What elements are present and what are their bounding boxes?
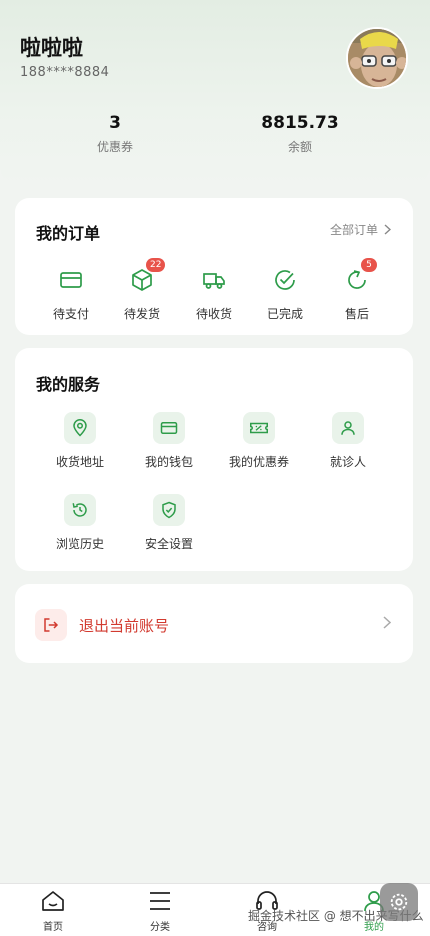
order-item-label: 待发货 — [123, 307, 160, 321]
coupon-count: 3 — [109, 113, 121, 133]
all-orders-label: 全部订单 — [329, 223, 378, 237]
service-item-wallet[interactable]: 我的钱包 — [129, 412, 209, 470]
service-item-history[interactable]: 浏览历史 — [40, 494, 120, 552]
tab-category[interactable]: 分类 — [130, 890, 190, 933]
logout-icon — [35, 609, 67, 641]
logout-card[interactable]: 退出当前账号 — [15, 584, 413, 663]
floating-settings-button[interactable] — [380, 883, 418, 921]
service-item-label: 安全设置 — [144, 537, 193, 551]
tab-label: 首页 — [43, 922, 63, 933]
services-title: 我的服务 — [36, 375, 101, 394]
service-item-security[interactable]: 安全设置 — [129, 494, 209, 552]
order-item-label: 已完成 — [266, 307, 303, 321]
order-item-pending-shipment[interactable]: 22 待发货 — [102, 258, 182, 322]
after-sales-badge: 5 — [361, 258, 377, 272]
service-item-label: 就诊人 — [329, 455, 366, 469]
service-item-address[interactable]: 收货地址 — [40, 412, 120, 470]
balance-value: 8815.73 — [261, 113, 339, 133]
service-item-coupons[interactable]: 我的优惠券 — [219, 412, 299, 470]
chevron-right-icon — [384, 224, 391, 235]
check-circle-icon — [269, 264, 301, 296]
coupon-stat[interactable]: 3 优惠券 — [35, 113, 195, 155]
user-phone: 188****8884 — [20, 65, 110, 80]
truck-icon — [198, 264, 230, 296]
person-icon — [332, 412, 364, 444]
tab-home[interactable]: 首页 — [23, 890, 83, 933]
box-icon: 22 — [126, 258, 166, 296]
orders-title: 我的订单 — [36, 224, 101, 243]
history-icon — [64, 494, 96, 526]
chevron-right-icon — [383, 616, 391, 629]
logout-label: 退出当前账号 — [79, 617, 170, 635]
coupon-icon — [243, 412, 275, 444]
shipment-badge: 22 — [146, 258, 166, 272]
service-item-label: 收货地址 — [55, 455, 104, 469]
service-item-label: 浏览历史 — [55, 537, 104, 551]
order-item-label: 待收货 — [195, 307, 232, 321]
menu-icon — [150, 892, 170, 910]
all-orders-link[interactable]: 全部订单 — [330, 221, 391, 238]
refresh-icon: 5 — [341, 258, 377, 296]
avatar[interactable] — [346, 27, 408, 89]
balance-stat[interactable]: 8815.73 余额 — [220, 113, 380, 155]
coupon-label: 优惠券 — [96, 140, 133, 154]
order-item-after-sales[interactable]: 5 售后 — [317, 258, 397, 322]
tab-label: 分类 — [150, 922, 170, 933]
card-icon — [55, 264, 87, 296]
service-item-label: 我的钱包 — [144, 455, 193, 469]
order-item-label: 待支付 — [52, 307, 89, 321]
balance-label: 余额 — [287, 140, 312, 154]
gear-icon — [390, 893, 408, 911]
user-name: 啦啦啦 — [20, 36, 83, 60]
order-item-pending-payment[interactable]: 待支付 — [31, 264, 111, 322]
shield-icon — [153, 494, 185, 526]
home-icon — [42, 891, 64, 911]
order-item-label: 售后 — [344, 307, 369, 321]
orders-card: 我的订单 全部订单 待支付 22 待发货 待收货 已完成 5 售后 — [15, 198, 413, 335]
service-item-patients[interactable]: 就诊人 — [308, 412, 388, 470]
service-item-label: 我的优惠券 — [228, 455, 289, 469]
services-card: 我的服务 收货地址 我的钱包 我的优惠券 就诊人 浏览历史 安全设置 — [15, 348, 413, 571]
profile-header — [0, 0, 430, 185]
wallet-icon — [153, 412, 185, 444]
order-item-completed[interactable]: 已完成 — [245, 264, 325, 322]
location-icon — [64, 412, 96, 444]
order-item-pending-receipt[interactable]: 待收货 — [174, 264, 254, 322]
